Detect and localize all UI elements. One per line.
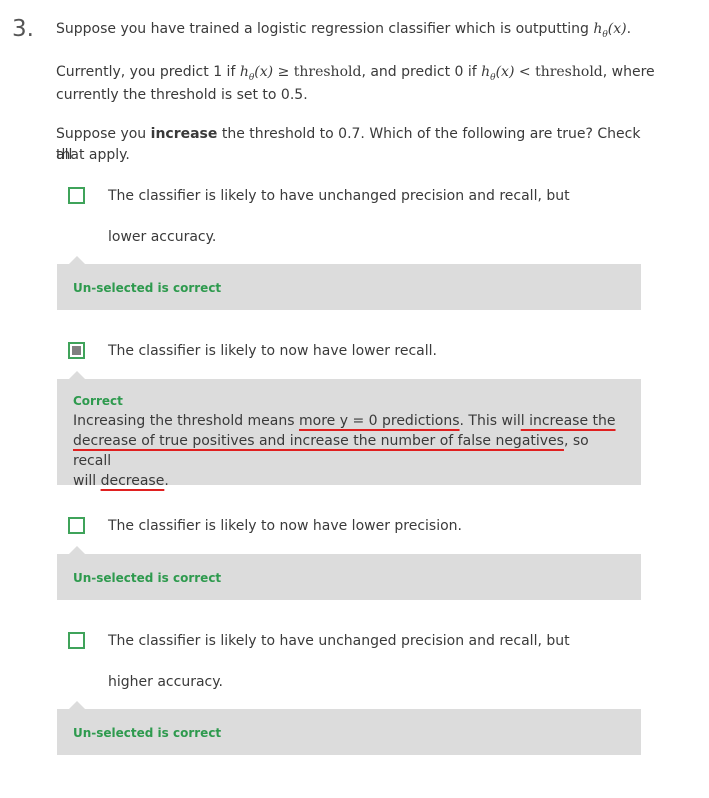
question-number: 3. — [12, 16, 34, 42]
feedback-status: Un-selected is correct — [73, 726, 222, 740]
question-line-5: that apply. — [56, 147, 130, 163]
option-4-label-line-2[interactable]: higher accuracy. — [108, 672, 223, 692]
option-4-feedback: Un-selected is correct — [57, 701, 641, 755]
option-2-label[interactable]: The classifier is likely to now have low… — [108, 341, 437, 361]
red-underline-annotation: decrease of true positives and increase … — [73, 433, 564, 449]
option-1-label-line-2[interactable]: lower accuracy. — [108, 227, 216, 247]
red-underline-annotation: more y = 0 predictions — [299, 413, 460, 429]
option-3-label[interactable]: The classifier is likely to now have low… — [108, 516, 462, 536]
red-underline-annotation: decrease — [100, 473, 165, 489]
option-4-label-line-1[interactable]: The classifier is likely to have unchang… — [108, 631, 570, 651]
option-2-checkbox[interactable] — [68, 342, 85, 359]
feedback-status: Un-selected is correct — [73, 281, 222, 295]
option-3-feedback: Un-selected is correct — [57, 546, 641, 600]
option-3-checkbox[interactable] — [68, 517, 85, 534]
option-1-label-line-1[interactable]: The classifier is likely to have unchang… — [108, 186, 570, 206]
question-line-3: currently the threshold is set to 0.5. — [56, 87, 308, 103]
feedback-status: Correct — [73, 394, 123, 408]
option-2-feedback: Correct Increasing the threshold means m… — [57, 371, 641, 489]
option-4-checkbox[interactable] — [68, 632, 85, 649]
feedback-explanation: Increasing the threshold means more y = … — [73, 413, 616, 489]
h-theta-expression: hθ(x) — [593, 21, 627, 40]
question-line-1: Suppose you have trained a logistic regr… — [56, 21, 632, 40]
feedback-status: Un-selected is correct — [73, 571, 222, 585]
option-1-feedback: Un-selected is correct — [57, 256, 641, 310]
option-1-checkbox[interactable] — [68, 187, 85, 204]
red-underline-annotation: l increase the — [520, 413, 616, 429]
